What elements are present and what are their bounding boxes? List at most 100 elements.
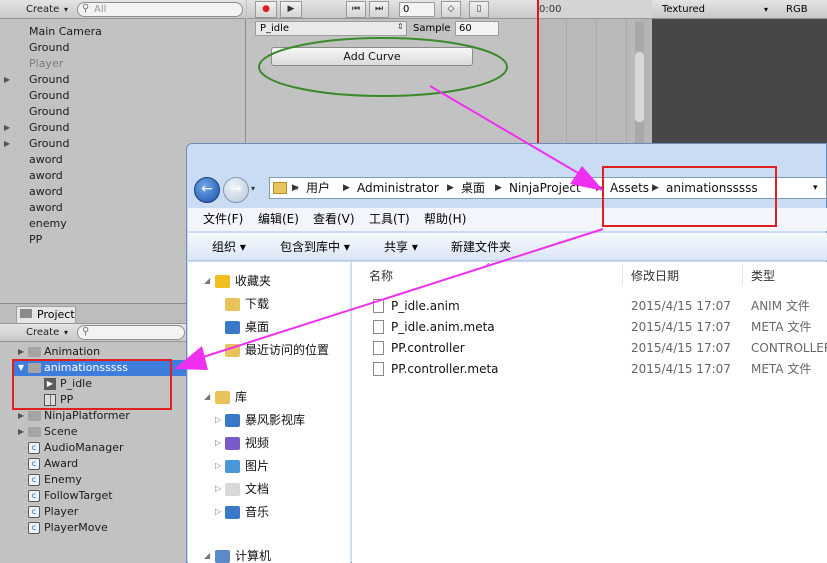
nav-item[interactable]: 计算机 [235, 547, 271, 563]
hierarchy-item[interactable]: Ground [29, 40, 69, 56]
command-button[interactable]: 新建文件夹 [451, 233, 511, 261]
nav-item[interactable]: 最近访问的位置 [245, 341, 329, 359]
hierarchy-item[interactable]: aword [29, 200, 63, 216]
breadcrumb-separator-icon[interactable]: ▶ [343, 178, 350, 198]
frame-input[interactable]: 0 [399, 2, 435, 17]
file-name[interactable]: PP.controller.meta [391, 360, 499, 378]
breadcrumb-separator-icon[interactable]: ▶ [652, 178, 659, 198]
nav-item[interactable]: 收藏夹 [235, 272, 271, 290]
nav-item[interactable]: 音乐 [245, 503, 269, 521]
project-item[interactable]: Enemy [44, 472, 82, 488]
nav-item[interactable]: 文档 [245, 480, 269, 498]
breadcrumb-item[interactable]: 桌面 [461, 178, 485, 198]
collapse-arrow-icon[interactable]: ◢ [204, 547, 210, 563]
expand-arrow-icon[interactable]: ▶ [18, 424, 24, 440]
project-item[interactable]: AudioManager [44, 440, 123, 456]
expand-arrow-icon[interactable]: ▷ [215, 480, 221, 498]
hierarchy-item[interactable]: enemy [29, 216, 67, 232]
hierarchy-item[interactable]: Ground [29, 72, 69, 88]
forward-button[interactable]: → [223, 177, 249, 203]
project-item[interactable]: PP [60, 392, 73, 408]
breadcrumb-item[interactable]: Administrator [357, 178, 439, 198]
channel-dropdown[interactable]: RGB [786, 2, 808, 17]
breadcrumb-separator-icon[interactable]: ▶ [447, 178, 454, 198]
chevron-down-icon[interactable]: ▾ [813, 178, 818, 198]
project-item[interactable]: PlayerMove [44, 520, 108, 536]
project-item[interactable]: NinjaPlatformer [44, 408, 130, 424]
hierarchy-item[interactable]: Ground [29, 120, 69, 136]
menu-item[interactable]: 帮助(H) [424, 208, 466, 231]
menu-item[interactable]: 查看(V) [313, 208, 355, 231]
column-header-name[interactable]: 名称 [369, 268, 393, 284]
hierarchy-item[interactable]: Ground [29, 136, 69, 152]
expand-arrow-icon[interactable]: ▶ [4, 120, 10, 136]
sample-rate-input[interactable]: 60 [455, 21, 499, 36]
expand-arrow-icon[interactable]: ▷ [215, 411, 221, 429]
breadcrumb-item[interactable]: animationsssss [666, 178, 758, 198]
nav-item[interactable]: 下载 [245, 295, 269, 313]
add-event-button[interactable]: ▯ [469, 1, 489, 18]
breadcrumb-item[interactable]: 用户 [306, 178, 330, 198]
file-name[interactable]: P_idle.anim [391, 297, 460, 315]
hierarchy-search-input[interactable]: All [77, 2, 243, 17]
hierarchy-item[interactable]: Ground [29, 88, 69, 104]
clip-selector[interactable]: P_idle [255, 21, 407, 36]
nav-item[interactable]: 库 [235, 388, 247, 406]
hierarchy-item[interactable]: Player [29, 56, 63, 72]
project-item[interactable]: Award [44, 456, 78, 472]
collapse-arrow-icon[interactable]: ▼ [18, 360, 24, 376]
project-search-input[interactable] [77, 325, 185, 340]
expand-arrow-icon[interactable]: ▶ [4, 72, 10, 88]
time-ruler[interactable]: 0:00 [537, 0, 652, 19]
project-create-button[interactable]: Create [22, 324, 63, 341]
column-header-date[interactable]: 修改日期 [631, 268, 679, 284]
collapse-arrow-icon[interactable]: ◢ [204, 272, 210, 290]
expand-arrow-icon[interactable]: ▶ [18, 408, 24, 424]
command-button[interactable]: 包含到库中 ▾ [280, 233, 350, 261]
file-name[interactable]: P_idle.anim.meta [391, 318, 495, 336]
project-item[interactable]: animationsssss [44, 360, 128, 376]
expand-arrow-icon[interactable]: ▷ [215, 434, 221, 452]
file-name[interactable]: PP.controller [391, 339, 465, 357]
breadcrumb-separator-icon[interactable]: ▶ [495, 178, 502, 198]
column-divider[interactable] [742, 264, 743, 286]
nav-item[interactable]: 暴风影视库 [245, 411, 305, 429]
play-button[interactable]: ▶ [280, 1, 302, 18]
expand-arrow-icon[interactable]: ▷ [215, 503, 221, 521]
project-item[interactable]: Scene [44, 424, 78, 440]
record-button[interactable]: ● [255, 1, 277, 18]
nav-item[interactable]: 视频 [245, 434, 269, 452]
project-item[interactable]: FollowTarget [44, 488, 113, 504]
expand-arrow-icon[interactable]: ▶ [4, 136, 10, 152]
playhead-line[interactable] [537, 0, 539, 145]
command-button[interactable]: 组织 ▾ [212, 233, 246, 261]
collapse-arrow-icon[interactable]: ◢ [204, 388, 210, 406]
hierarchy-item[interactable]: aword [29, 168, 63, 184]
menu-item[interactable]: 编辑(E) [258, 208, 299, 231]
hierarchy-item[interactable]: aword [29, 152, 63, 168]
project-item[interactable]: Animation [44, 344, 100, 360]
hierarchy-item[interactable]: PP [29, 232, 42, 248]
back-button[interactable]: ← [194, 177, 220, 203]
command-button[interactable]: 共享 ▾ [384, 233, 418, 261]
expand-arrow-icon[interactable]: ▶ [18, 344, 24, 360]
expand-arrow-icon[interactable]: ▷ [215, 457, 221, 475]
next-key-button[interactable]: ⏭ [369, 1, 389, 18]
timeline-scrollbar-thumb[interactable] [635, 52, 644, 122]
column-header-type[interactable]: 类型 [751, 268, 775, 284]
add-keyframe-button[interactable]: ◇ [441, 1, 461, 18]
add-curve-button[interactable]: Add Curve [271, 47, 473, 66]
breadcrumb-separator-icon[interactable]: ▶ [292, 178, 299, 198]
hierarchy-item[interactable]: aword [29, 184, 63, 200]
column-divider[interactable] [622, 264, 623, 286]
history-dropdown-icon[interactable]: ▾ [251, 184, 255, 193]
nav-item[interactable]: 图片 [245, 457, 269, 475]
project-item[interactable]: P_idle [60, 376, 92, 392]
breadcrumb-item[interactable]: Assets [610, 178, 649, 198]
address-bar[interactable]: « ▶ 用户 ▶ Administrator ▶ 桌面 ▶ NinjaProject ▶ Asse… [269, 177, 827, 199]
hierarchy-item[interactable]: Main Camera [29, 24, 102, 40]
breadcrumb-item[interactable]: NinjaProject [509, 178, 581, 198]
prev-key-button[interactable]: ⏮ [346, 1, 366, 18]
menu-item[interactable]: 文件(F) [203, 208, 243, 231]
project-item[interactable]: Player [44, 504, 78, 520]
